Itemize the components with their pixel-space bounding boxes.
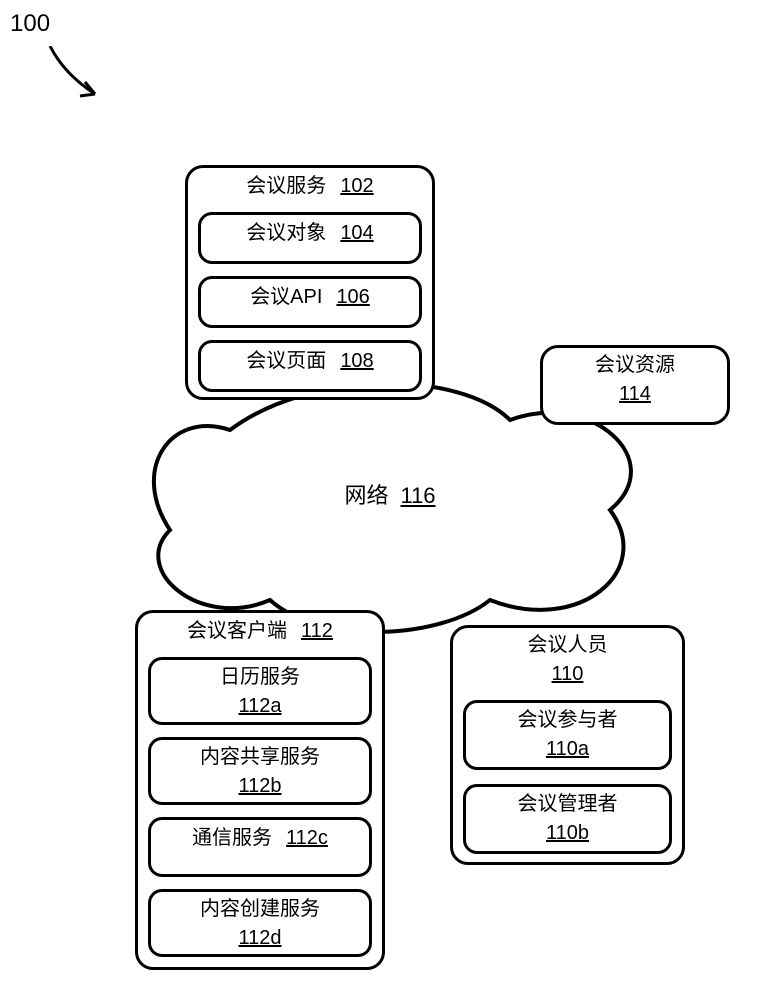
network-label: 网络116 (344, 478, 435, 510)
content-share-service-box: 内容共享服务 112b (148, 737, 372, 805)
communication-service-label: 通信服务112c (151, 820, 369, 855)
meeting-object-label: 会议对象104 (201, 215, 419, 250)
meeting-participant-box: 会议参与者 110a (463, 700, 672, 770)
meeting-people-box: 会议人员 110 会议参与者 110a 会议管理者 110b (450, 625, 685, 865)
meeting-service-box: 会议服务102 会议对象104 会议API106 会议页面108 (185, 165, 435, 400)
meeting-participant-label: 会议参与者 110a (466, 703, 669, 767)
communication-service-box: 通信服务112c (148, 817, 372, 877)
meeting-resource-label: 会议资源 114 (543, 348, 727, 412)
meeting-api-label: 会议API106 (201, 279, 419, 314)
meeting-resource-box: 会议资源 114 (540, 345, 730, 425)
meeting-api-box: 会议API106 (198, 276, 422, 328)
figure-reference: 100 (10, 10, 50, 38)
meeting-object-box: 会议对象104 (198, 212, 422, 264)
calendar-service-label: 日历服务 112a (151, 660, 369, 724)
meeting-manager-box: 会议管理者 110b (463, 784, 672, 854)
meeting-manager-label: 会议管理者 110b (466, 787, 669, 851)
content-create-service-label: 内容创建服务 112d (151, 892, 369, 956)
figure-arrow-icon (40, 46, 110, 116)
content-create-service-box: 内容创建服务 112d (148, 889, 372, 957)
meeting-page-label: 会议页面108 (201, 343, 419, 378)
meeting-page-box: 会议页面108 (198, 340, 422, 392)
calendar-service-box: 日历服务 112a (148, 657, 372, 725)
meeting-client-box: 会议客户端112 日历服务 112a 内容共享服务 112b 通信服务112c … (135, 610, 385, 970)
meeting-service-title: 会议服务102 (188, 168, 432, 203)
meeting-client-title: 会议客户端112 (138, 613, 382, 648)
content-share-service-label: 内容共享服务 112b (151, 740, 369, 804)
meeting-people-title: 会议人员 110 (453, 628, 682, 692)
